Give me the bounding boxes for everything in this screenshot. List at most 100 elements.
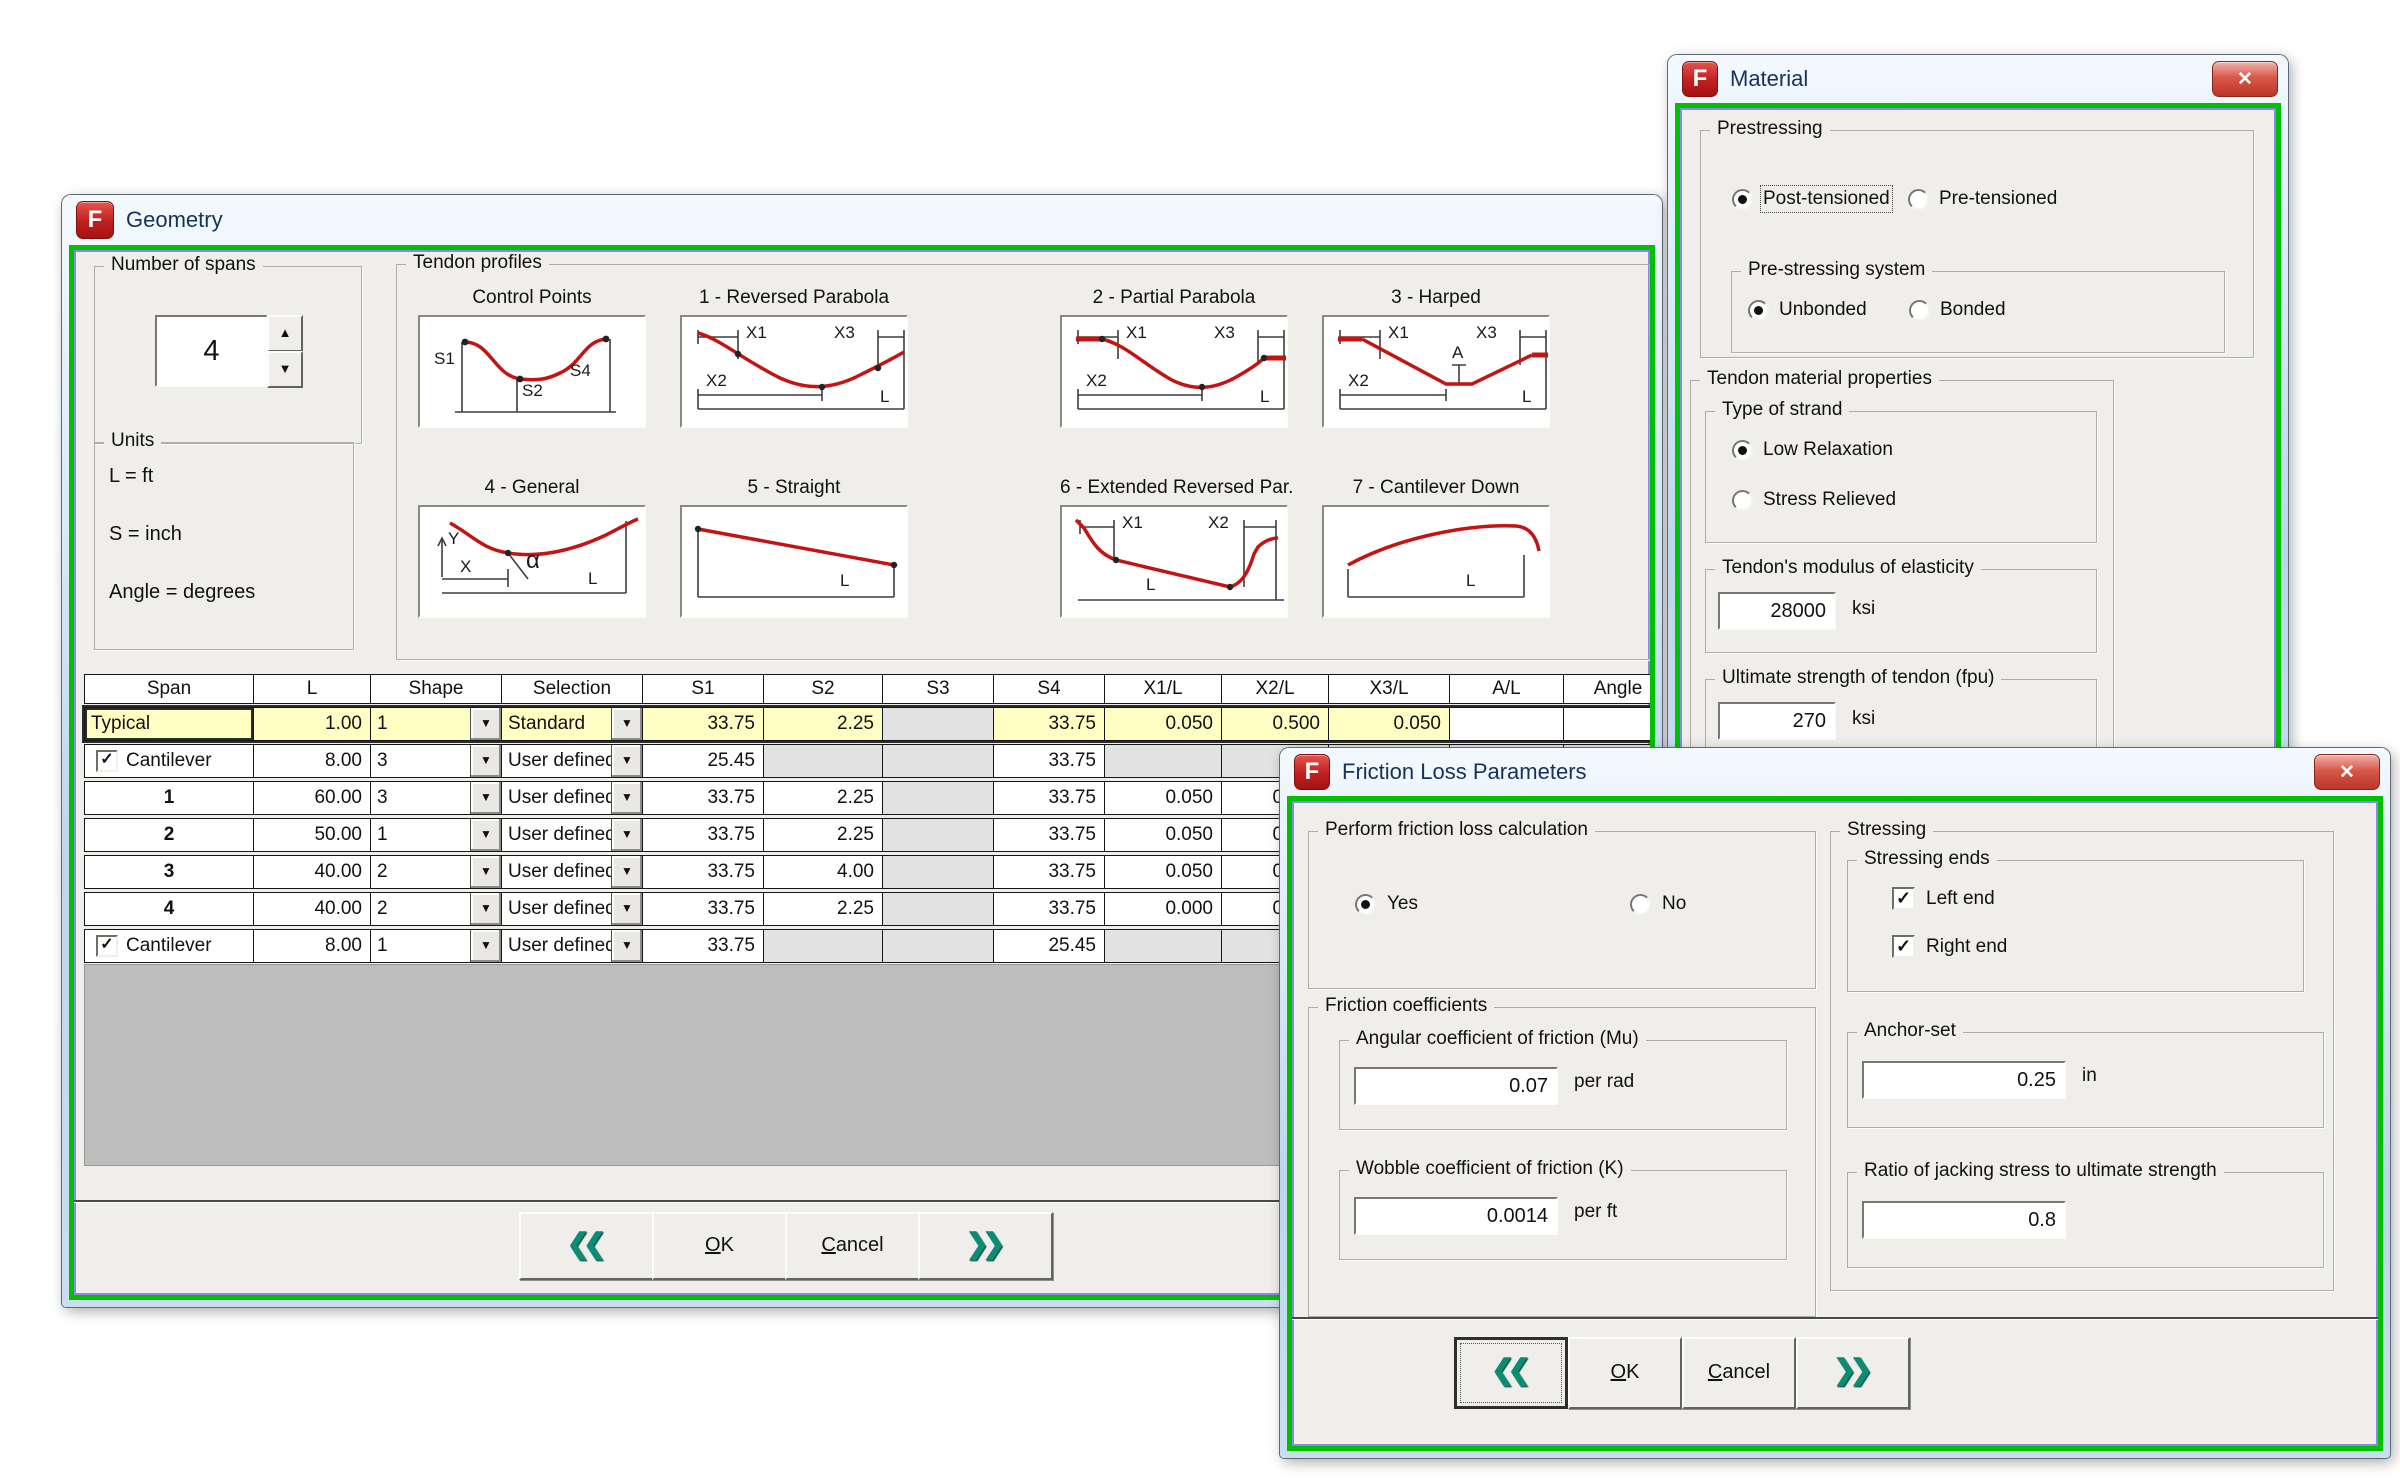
cell-l[interactable]: 8.00 <box>253 744 371 778</box>
cell-s1[interactable]: 33.75 <box>642 855 764 889</box>
cell-x1l[interactable]: 0.050 <box>1104 855 1222 889</box>
previous-screen-button[interactable]: ❮❮ <box>519 1212 654 1280</box>
geometry-titlebar[interactable]: F Geometry <box>62 195 1662 245</box>
cell-x3l[interactable]: 0.050 <box>1328 707 1450 741</box>
cell-s2[interactable] <box>763 929 883 963</box>
cell-shape[interactable]: 1▼ <box>370 707 502 741</box>
cantilever-checkbox[interactable]: ✓ <box>96 750 118 772</box>
dropdown-icon[interactable]: ▼ <box>611 708 642 740</box>
previous-screen-button[interactable]: ❮❮ <box>1454 1337 1568 1409</box>
cell-s3[interactable] <box>882 818 994 852</box>
unbonded-radio[interactable] <box>1748 300 1769 321</box>
cell-l[interactable]: 40.00 <box>253 855 371 889</box>
cell-s1[interactable]: 33.75 <box>642 892 764 926</box>
next-screen-button[interactable]: ❯❯ <box>1796 1337 1910 1409</box>
left-end-checkbox[interactable]: ✓ <box>1892 887 1915 910</box>
cell-selection[interactable]: User defined▼ <box>501 818 643 852</box>
bonded-label[interactable]: Bonded <box>1940 299 2006 321</box>
cell-l[interactable]: 50.00 <box>253 818 371 852</box>
dropdown-icon[interactable]: ▼ <box>611 930 642 962</box>
spans-spin-up-button[interactable]: ▲ <box>267 315 303 352</box>
wobble-coefficient-input[interactable]: 0.0014 <box>1354 1197 1558 1235</box>
cell-shape[interactable]: 3▼ <box>370 781 502 815</box>
cell-x1l[interactable] <box>1104 929 1222 963</box>
cell-s2[interactable]: 2.25 <box>763 818 883 852</box>
fpu-input[interactable]: 270 <box>1718 702 1836 740</box>
dropdown-icon[interactable]: ▼ <box>470 745 501 777</box>
cell-s3[interactable] <box>882 707 994 741</box>
ok-button[interactable]: OK <box>652 1212 787 1280</box>
cell-shape[interactable]: 2▼ <box>370 892 502 926</box>
dropdown-icon[interactable]: ▼ <box>611 745 642 777</box>
bonded-radio[interactable] <box>1909 300 1930 321</box>
cell-span[interactable]: 1 <box>84 781 254 815</box>
friction-no-label[interactable]: No <box>1662 893 1686 915</box>
friction-yes-label[interactable]: Yes <box>1387 893 1418 915</box>
cell-al[interactable] <box>1449 707 1564 741</box>
cell-l[interactable]: 60.00 <box>253 781 371 815</box>
cell-s1[interactable]: 33.75 <box>642 818 764 852</box>
cell-s3[interactable] <box>882 744 994 778</box>
cell-s1[interactable]: 33.75 <box>642 707 764 741</box>
cell-l[interactable]: 1.00 <box>253 707 371 741</box>
friction-yes-radio[interactable] <box>1355 894 1376 915</box>
right-end-label[interactable]: Right end <box>1926 936 2007 958</box>
friction-no-radio[interactable] <box>1630 894 1651 915</box>
cell-selection[interactable]: User defined▼ <box>501 781 643 815</box>
stress-relieved-radio[interactable] <box>1732 490 1753 511</box>
cell-s2[interactable]: 4.00 <box>763 855 883 889</box>
cell-s2[interactable]: 2.25 <box>763 781 883 815</box>
cantilever-checkbox[interactable]: ✓ <box>96 935 118 957</box>
dropdown-icon[interactable]: ▼ <box>611 782 642 814</box>
cell-span[interactable]: ✓Cantilever <box>84 744 254 778</box>
dropdown-icon[interactable]: ▼ <box>470 819 501 851</box>
cell-shape[interactable]: 1▼ <box>370 818 502 852</box>
cancel-button[interactable]: Cancel <box>1682 1337 1796 1409</box>
anchor-set-input[interactable]: 0.25 <box>1862 1061 2066 1099</box>
ok-button[interactable]: OK <box>1568 1337 1682 1409</box>
modulus-input[interactable]: 28000 <box>1718 592 1836 630</box>
cell-s4[interactable]: 33.75 <box>993 744 1105 778</box>
cell-l[interactable]: 8.00 <box>253 929 371 963</box>
dropdown-icon[interactable]: ▼ <box>470 708 501 740</box>
cell-s3[interactable] <box>882 892 994 926</box>
angular-coefficient-input[interactable]: 0.07 <box>1354 1067 1558 1105</box>
cell-span[interactable]: 2 <box>84 818 254 852</box>
next-screen-button[interactable]: ❯❯ <box>918 1212 1053 1280</box>
cell-angle[interactable] <box>1563 707 1655 741</box>
cell-s2[interactable] <box>763 744 883 778</box>
cell-s4[interactable]: 33.75 <box>993 855 1105 889</box>
cell-s4[interactable]: 33.75 <box>993 892 1105 926</box>
dropdown-icon[interactable]: ▼ <box>470 782 501 814</box>
friction-close-button[interactable]: ✕ <box>2314 754 2380 790</box>
cell-s4[interactable]: 25.45 <box>993 929 1105 963</box>
cell-s2[interactable]: 2.25 <box>763 892 883 926</box>
cell-s4[interactable]: 33.75 <box>993 781 1105 815</box>
cell-selection[interactable]: Standard▼ <box>501 707 643 741</box>
cell-s1[interactable]: 33.75 <box>642 929 764 963</box>
material-close-button[interactable]: ✕ <box>2212 61 2278 97</box>
dropdown-icon[interactable]: ▼ <box>611 856 642 888</box>
number-of-spans-input[interactable]: 4 <box>155 315 268 387</box>
dropdown-icon[interactable]: ▼ <box>470 856 501 888</box>
material-titlebar[interactable]: F Material ✕ <box>1668 55 2288 103</box>
dropdown-icon[interactable]: ▼ <box>470 930 501 962</box>
cell-selection[interactable]: User defined▼ <box>501 892 643 926</box>
cell-s3[interactable] <box>882 855 994 889</box>
post-tensioned-radio[interactable] <box>1732 189 1753 210</box>
cell-x1l[interactable]: 0.000 <box>1104 892 1222 926</box>
cell-selection[interactable]: User defined▼ <box>501 855 643 889</box>
spans-spin-down-button[interactable]: ▼ <box>267 351 303 388</box>
stress-relieved-label[interactable]: Stress Relieved <box>1763 489 1896 511</box>
cell-x2l[interactable]: 0.500 <box>1221 707 1329 741</box>
pre-tensioned-label[interactable]: Pre-tensioned <box>1939 188 2057 210</box>
pre-tensioned-radio[interactable] <box>1908 189 1929 210</box>
cell-shape[interactable]: 1▼ <box>370 929 502 963</box>
friction-titlebar[interactable]: F Friction Loss Parameters ✕ <box>1280 748 2390 796</box>
cell-x1l[interactable] <box>1104 744 1222 778</box>
jacking-ratio-input[interactable]: 0.8 <box>1862 1201 2066 1239</box>
cell-x1l[interactable]: 0.050 <box>1104 707 1222 741</box>
cell-s3[interactable] <box>882 929 994 963</box>
dropdown-icon[interactable]: ▼ <box>611 819 642 851</box>
low-relaxation-label[interactable]: Low Relaxation <box>1763 439 1893 461</box>
